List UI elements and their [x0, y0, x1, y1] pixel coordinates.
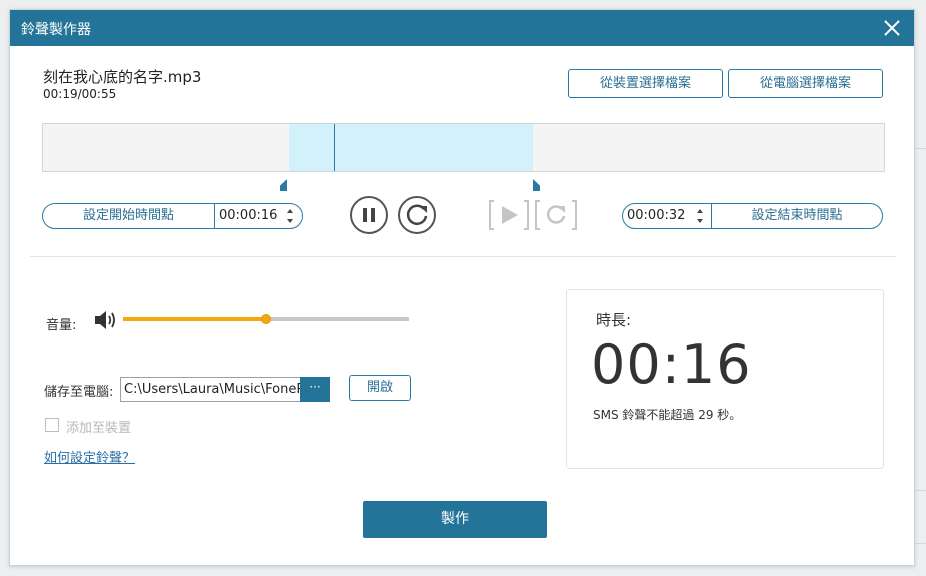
add-to-device-checkbox[interactable] — [45, 418, 59, 432]
duration-value: 00:16 — [591, 333, 752, 396]
sms-limit-note: SMS 鈴聲不能超過 29 秒。 — [593, 408, 742, 422]
title-bar: 鈴聲製作器 — [10, 10, 914, 46]
start-time-input[interactable]: 00:00:16 — [215, 204, 277, 228]
pause-icon[interactable] — [350, 196, 388, 234]
playback-position: 00:19/00:55 — [43, 87, 117, 101]
start-time-group: 設定開始時間點 00:00:16 — [42, 203, 303, 229]
duration-label: 時長: — [596, 311, 632, 329]
save-path-input[interactable]: C:\Users\Laura\Music\FoneP — [120, 377, 301, 402]
ringtone-maker-dialog: 鈴聲製作器 刻在我心底的名字.mp3 00:19/00:55 從裝置選擇檔案 從… — [9, 9, 915, 566]
browse-button[interactable]: ··· — [300, 377, 330, 402]
playhead[interactable] — [334, 124, 335, 171]
selected-range[interactable] — [289, 124, 533, 171]
end-handle[interactable] — [533, 179, 540, 191]
background-line — [914, 148, 926, 149]
open-folder-button[interactable]: 開啟 — [349, 375, 411, 401]
volume-knob[interactable] — [261, 314, 271, 324]
speaker-icon[interactable] — [93, 309, 117, 331]
volume-fill — [123, 317, 266, 321]
replay-preview-icon — [534, 199, 578, 231]
file-name: 刻在我心底的名字.mp3 — [43, 68, 202, 86]
duration-panel: 時長: 00:16 SMS 鈴聲不能超過 29 秒。 — [566, 289, 884, 469]
how-to-set-ringtone-link[interactable]: 如何設定鈴聲？ — [44, 447, 135, 466]
make-button[interactable]: 製作 — [363, 501, 547, 538]
replay-icon[interactable] — [398, 196, 436, 234]
close-icon[interactable] — [880, 16, 904, 40]
volume-slider[interactable] — [123, 314, 409, 324]
choose-from-pc-button[interactable]: 從電腦選擇檔案 — [728, 69, 883, 98]
waveform-track[interactable] — [42, 123, 885, 172]
choose-from-device-button[interactable]: 從裝置選擇檔案 — [568, 69, 723, 98]
background-line — [914, 543, 926, 544]
background-line — [914, 490, 926, 491]
start-handle[interactable] — [280, 179, 287, 191]
volume-label: 音量: — [46, 318, 77, 333]
end-time-group: 00:00:32 設定結束時間點 — [622, 203, 883, 229]
end-time-input[interactable]: 00:00:32 — [623, 204, 685, 228]
section-divider — [30, 256, 896, 257]
set-start-button[interactable]: 設定開始時間點 — [43, 204, 214, 228]
play-preview-icon — [488, 199, 530, 231]
save-label: 儲存至電腦: — [44, 385, 114, 400]
set-end-button[interactable]: 設定結束時間點 — [712, 204, 882, 228]
add-to-device-label: 添加至裝置 — [66, 421, 132, 436]
window-title: 鈴聲製作器 — [21, 22, 91, 38]
end-time-spinner[interactable] — [696, 209, 704, 223]
start-time-spinner[interactable] — [286, 209, 294, 223]
